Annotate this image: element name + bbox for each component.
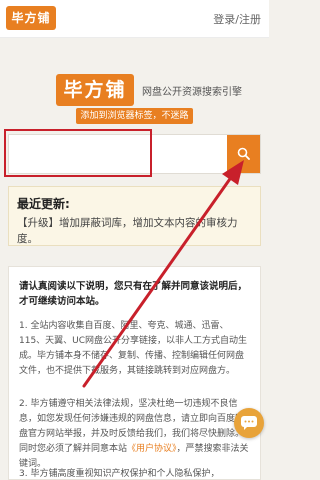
chat-icon: [241, 416, 257, 430]
notice-item-3: 3. 毕方铺高度重视知识产权保护和个人隐私保护，: [19, 469, 220, 479]
notice-intro: 请认真阅读以下说明，您只有在了解并同意该说明后，才可继续访问本站。: [19, 281, 248, 307]
notice-item-2: 2. 毕方铺遵守相关法律法规，坚决杜绝一切违规不良信息，如您发现任何涉嫌违规的网…: [19, 397, 251, 472]
recent-updates-title: 最近更新:: [17, 197, 70, 211]
user-agreement-link[interactable]: 《用户协议》: [127, 444, 177, 454]
notice-box: 请认真阅读以下说明，您只有在了解并同意该说明后，才可继续访问本站。 1. 全站内…: [8, 266, 261, 480]
search-bar: [8, 134, 261, 174]
chat-button[interactable]: [234, 408, 264, 438]
search-button[interactable]: [227, 135, 260, 173]
add-bookmark-button[interactable]: 添加到浏览器标签，不迷路: [76, 108, 193, 124]
recent-updates-text: 【升级】增加屏蔽词库，增加文本内容的审核力度。: [17, 217, 238, 245]
brand-logo: 毕方铺: [56, 74, 134, 106]
search-input[interactable]: [9, 135, 228, 173]
header-logo[interactable]: 毕方铺: [6, 6, 56, 30]
notice-item-1: 1. 全站内容收集自百度、阿里、夸克、城通、迅雷、115、天翼、UC网盘公开分享…: [19, 321, 248, 376]
login-register-link[interactable]: 登录/注册: [213, 11, 261, 27]
search-icon: [237, 147, 250, 160]
top-bar: 毕方铺 登录/注册: [0, 0, 269, 38]
brand-slogan: 网盘公开资源搜索引擎: [142, 87, 242, 98]
recent-updates-box: 最近更新: 【升级】增加屏蔽词库，增加文本内容的审核力度。: [8, 186, 261, 246]
